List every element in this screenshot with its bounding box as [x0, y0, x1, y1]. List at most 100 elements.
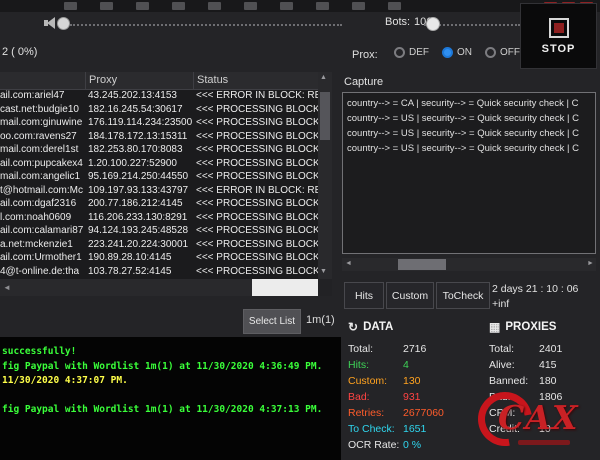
table-row[interactable]: mail.com:ginuwine176.119.114.234:23500<<… [0, 117, 318, 131]
stat-retries: Retries:2677060 [348, 405, 484, 421]
capture-box: country--> = CA | security--> = Quick se… [342, 92, 596, 254]
radio-icon [394, 47, 405, 58]
toolbar-icon[interactable] [208, 2, 221, 10]
data-panel-header: ↻ DATA [348, 320, 484, 334]
grid-icon: ▦ [489, 320, 500, 334]
tab-custom[interactable]: Custom [386, 282, 434, 309]
checker-app: Bots: 106 STOP 2 ( 0%) Prox: DEF ON OFF … [0, 0, 600, 460]
stop-button[interactable]: STOP [520, 3, 597, 69]
proxy-stat-total: Total:2401 [489, 341, 599, 357]
proxy-stat-credit: Credit:10 [489, 421, 599, 437]
cax-logo-subtext [518, 440, 570, 445]
column-header-data[interactable] [0, 72, 86, 89]
radio-selected-icon [442, 47, 453, 58]
capture-line: country--> = US | security--> = Quick se… [347, 111, 591, 126]
capture-line: country--> = US | security--> = Quick se… [347, 126, 591, 141]
toolbar-icon[interactable] [352, 2, 365, 10]
table-row[interactable]: 4@t-online.de:tha103.78.27.52:4145<<< PR… [0, 266, 318, 280]
scroll-left-icon[interactable]: ◄ [3, 283, 11, 292]
table-row[interactable]: a.net:mckenzie1223.241.20.224:30001<<< P… [0, 239, 318, 253]
radio-label: ON [457, 47, 472, 58]
stat-ocr-rate: OCR Rate:0 % [348, 437, 484, 453]
toolbar-icon[interactable] [388, 2, 401, 10]
radio-icon [485, 47, 496, 58]
proxy-stat-cpm: CPM:1 [489, 405, 599, 421]
toolbar-icon[interactable] [64, 2, 77, 10]
proxies-panel-header: ▦ PROXIES [489, 320, 599, 334]
bots-label: Bots: [385, 16, 410, 28]
log-line: 11/30/2020 4:37:07 PM. [2, 374, 339, 389]
stat-bad: Bad:931 [348, 389, 484, 405]
elapsed-timer: 2 days 21 : 10 : 06 [492, 283, 578, 295]
capture-line: country--> = CA | security--> = Quick se… [347, 96, 591, 111]
bots-slider-thumb[interactable] [426, 17, 440, 31]
tab-tocheck[interactable]: ToCheck [436, 282, 490, 309]
prox-options: DEF ON OFF [394, 47, 520, 58]
toolbar-icon[interactable] [244, 2, 257, 10]
capture-horizontal-scrollbar[interactable] [342, 258, 596, 271]
table-row[interactable]: t@hotmail.com:Mc109.197.93.133:43797<<< … [0, 185, 318, 199]
column-header-proxy[interactable]: Proxy [86, 72, 194, 89]
table-hscroll-thumb[interactable] [252, 279, 318, 296]
scroll-left-icon[interactable]: ◄ [345, 260, 352, 267]
radio-label: OFF [500, 47, 520, 58]
volume-slider[interactable] [70, 24, 342, 26]
table-header: Proxy Status [0, 72, 318, 90]
scroll-down-icon[interactable]: ▼ [320, 268, 327, 275]
table-vscroll-thumb[interactable] [320, 92, 330, 140]
toolbar-strip [0, 0, 600, 12]
table-row[interactable]: ail.com:Urmother1190.89.28.10:4145<<< PR… [0, 252, 318, 266]
wordlist-name: 1m(1) [306, 314, 335, 326]
table-row[interactable]: cast.net:budgie10182.16.245.54:30617<<< … [0, 104, 318, 118]
tab-hits[interactable]: Hits [344, 282, 384, 309]
table-row[interactable]: ail.com:calamari8794.124.193.245:48528<<… [0, 225, 318, 239]
proxies-panel-title: PROXIES [505, 321, 556, 333]
proxies-stats-panel: ▦ PROXIES Total:2401 Alive:415 Banned:18… [489, 320, 599, 437]
table-row[interactable]: mail.com:angelic195.169.214.250:44550<<<… [0, 171, 318, 185]
log-console: successfully! fig Paypal with Wordlist 1… [0, 337, 341, 460]
results-table: Proxy Status ail.com:ariel4743.245.202.1… [0, 72, 318, 279]
proxy-stat-bad: Bad:1806 [489, 389, 599, 405]
table-row[interactable]: oo.com:ravens27184.178.172.13:15311<<< P… [0, 131, 318, 145]
stat-total: Total:2716 [348, 341, 484, 357]
scrollbar-corner [318, 279, 332, 296]
toolbar-icon[interactable] [172, 2, 185, 10]
table-row[interactable]: ail.com:pupcakex41.20.100.227:52900<<< P… [0, 158, 318, 172]
log-line: successfully! [2, 345, 339, 360]
data-panel-title: DATA [363, 321, 393, 333]
prox-label: Prox: [352, 49, 378, 61]
column-header-status[interactable]: Status [194, 72, 318, 89]
radio-label: DEF [409, 47, 429, 58]
eta-label: +inf [492, 298, 509, 310]
proxy-stat-banned: Banned:180 [489, 373, 599, 389]
prox-option-on[interactable]: ON [442, 47, 472, 58]
log-line [2, 389, 339, 404]
stat-tocheck: To Check:1651 [348, 421, 484, 437]
toolbar-icon[interactable] [280, 2, 293, 10]
capture-title: Capture [344, 76, 383, 88]
table-row[interactable]: ail.com:ariel4743.245.202.13:4153<<< ERR… [0, 90, 318, 104]
table-row[interactable]: ail.com:dgaf2316200.77.186.212:4145<<< P… [0, 198, 318, 212]
log-line: fig Paypal with Wordlist 1m(1) at 11/30/… [2, 360, 339, 375]
scroll-up-icon[interactable]: ▲ [320, 74, 327, 81]
stop-icon [549, 18, 569, 38]
stop-label: STOP [542, 43, 576, 55]
volume-slider-thumb[interactable] [57, 17, 70, 30]
toolbar-icon[interactable] [100, 2, 113, 10]
scroll-right-icon[interactable]: ► [587, 260, 594, 267]
progress-counter: 2 ( 0%) [2, 46, 37, 58]
log-line: fig Paypal with Wordlist 1m(1) at 11/30/… [2, 403, 339, 418]
data-stats-panel: ↻ DATA Total:2716 Hits:4 Custom:130 Bad:… [348, 320, 484, 453]
stat-hits: Hits:4 [348, 357, 484, 373]
stat-custom: Custom:130 [348, 373, 484, 389]
prox-option-def[interactable]: DEF [394, 47, 429, 58]
table-row[interactable]: l.com:noah0609116.206.233.130:8291<<< PR… [0, 212, 318, 226]
capture-hscroll-thumb[interactable] [398, 259, 446, 270]
toolbar-icon[interactable] [316, 2, 329, 10]
prox-option-off[interactable]: OFF [485, 47, 520, 58]
capture-line: country--> = US | security--> = Quick se… [347, 141, 591, 156]
table-row[interactable]: mail.com:derel1st182.253.80.170:8083<<< … [0, 144, 318, 158]
toolbar-icon[interactable] [136, 2, 149, 10]
select-list-button[interactable]: Select List [243, 309, 301, 334]
refresh-circle-icon: ↻ [348, 320, 358, 334]
